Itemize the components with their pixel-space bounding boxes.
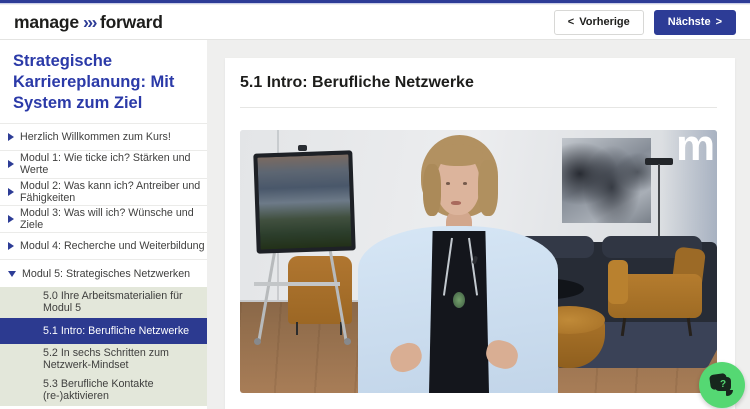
scene-tv-webcam: [298, 145, 307, 151]
logo-chevrons-icon: ›››: [83, 12, 96, 32]
scene-armchair-left-leg: [296, 322, 298, 335]
scene-wall-art: [562, 138, 651, 223]
course-sidebar: Strategische Karriereplanung: Mit System…: [0, 40, 207, 409]
next-button[interactable]: Nächste >: [654, 10, 736, 35]
question-mark-icon: ?: [715, 377, 731, 391]
subnav-item-label: 5.0 Ihre Arbeitsmaterialien für Modul 5: [43, 290, 207, 314]
header: manage ››› forward < Vorherige Nächste >: [0, 5, 750, 40]
speech-bubble-tail-icon: [726, 390, 733, 396]
sidebar-item-label: Herzlich Willkommen zum Kurs!: [20, 131, 171, 143]
subnav-item-5-1-selected[interactable]: 5.1 Intro: Berufliche Netzwerke: [0, 318, 207, 344]
sidebar-item-label: Modul 2: Was kann ich? Antreiber und Fäh…: [20, 180, 207, 204]
title-divider: [240, 107, 717, 108]
sidebar-item-modul-5[interactable]: Modul 5: Strategisches Netzwerken: [0, 259, 207, 286]
logo-word-1: manage: [14, 12, 79, 32]
chevron-right-icon: [8, 133, 14, 141]
sidebar-item-label: Modul 3: Was will ich? Wünsche und Ziele: [20, 207, 207, 231]
sidebar-item-label: Modul 5: Strategisches Netzwerken: [22, 268, 190, 280]
scene-armchair-right-arm: [608, 260, 628, 304]
top-accent-bar: [0, 0, 750, 4]
chevron-right-icon: [8, 215, 14, 223]
sidebar-item-label: Modul 1: Wie ticke ich? Stärken und Wert…: [20, 152, 207, 176]
presenter-hair-fringe: [433, 144, 483, 166]
chevron-right-icon: [8, 160, 14, 168]
course-title: Strategische Karriereplanung: Mit System…: [0, 40, 207, 123]
sidebar-item-modul-3[interactable]: Modul 3: Was will ich? Wünsche und Ziele: [0, 205, 207, 232]
previous-button[interactable]: < Vorherige: [554, 10, 644, 35]
page: manage ››› forward < Vorherige Nächste > S…: [0, 0, 750, 409]
presenter-necklace-pendant: [453, 292, 465, 308]
logo-word-2: forward: [100, 12, 163, 32]
video-scene: m: [240, 130, 717, 393]
scene-easel-bar: [254, 282, 340, 286]
chevron-left-icon: <: [568, 17, 574, 28]
sidebar-item-modul-2[interactable]: Modul 2: Was kann ich? Antreiber und Fäh…: [0, 178, 207, 205]
previous-button-label: Vorherige: [579, 17, 630, 28]
subnav-item-5-2[interactable]: 5.2 In sechs Schritten zum Netzwerk-Mind…: [0, 344, 207, 375]
video-watermark-logo: m: [676, 130, 715, 170]
chevron-right-icon: [8, 242, 14, 250]
presenter-eye: [463, 182, 467, 185]
presenter-eye: [446, 182, 450, 185]
presenter-top: [429, 231, 489, 393]
presenter-mouth: [451, 201, 461, 205]
sidebar-item-modul-1[interactable]: Modul 1: Wie ticke ich? Stärken und Wert…: [0, 150, 207, 177]
next-button-label: Nächste: [668, 17, 711, 28]
lesson-card: 5.1 Intro: Berufliche Netzwerke: [225, 58, 735, 409]
chevron-right-icon: >: [716, 17, 722, 28]
subnav-item-5-3[interactable]: 5.3 Berufliche Kontakte (re-)aktivieren: [0, 375, 207, 406]
subnav-item-label: 5.2 In sechs Schritten zum Netzwerk-Mind…: [43, 347, 207, 371]
help-widget-button[interactable]: ?: [699, 362, 745, 408]
subnav-item-label: 5.3 Berufliche Kontakte (re-)aktivieren: [43, 378, 207, 402]
subnav-item-label: 5.1 Intro: Berufliche Netzwerke: [43, 325, 189, 337]
video-player[interactable]: m: [240, 130, 717, 393]
scene-easel-wheel: [254, 338, 261, 345]
chevron-right-icon: [8, 188, 14, 196]
chevron-down-icon: [8, 271, 16, 277]
sidebar-item-welcome[interactable]: Herzlich Willkommen zum Kurs!: [0, 123, 207, 150]
brand-logo[interactable]: manage ››› forward: [14, 12, 163, 33]
scene-tv-screen: [257, 154, 351, 249]
presenter-hair-side: [478, 160, 498, 216]
scene-easel-wheel: [344, 338, 351, 345]
lesson-nav-buttons: < Vorherige Nächste >: [554, 10, 736, 35]
subnav-item-5-0[interactable]: 5.0 Ihre Arbeitsmaterialien für Modul 5: [0, 287, 207, 318]
lesson-title: 5.1 Intro: Berufliche Netzwerke: [240, 74, 474, 92]
scene-tv-display: [253, 150, 355, 253]
presenter-hair-side: [423, 164, 441, 216]
sidebar-item-label: Modul 4: Recherche und Weiterbildung: [20, 240, 205, 252]
sidebar-item-modul-4[interactable]: Modul 4: Recherche und Weiterbildung: [0, 232, 207, 259]
modul-5-subnav: 5.0 Ihre Arbeitsmaterialien für Modul 5 …: [0, 287, 207, 406]
